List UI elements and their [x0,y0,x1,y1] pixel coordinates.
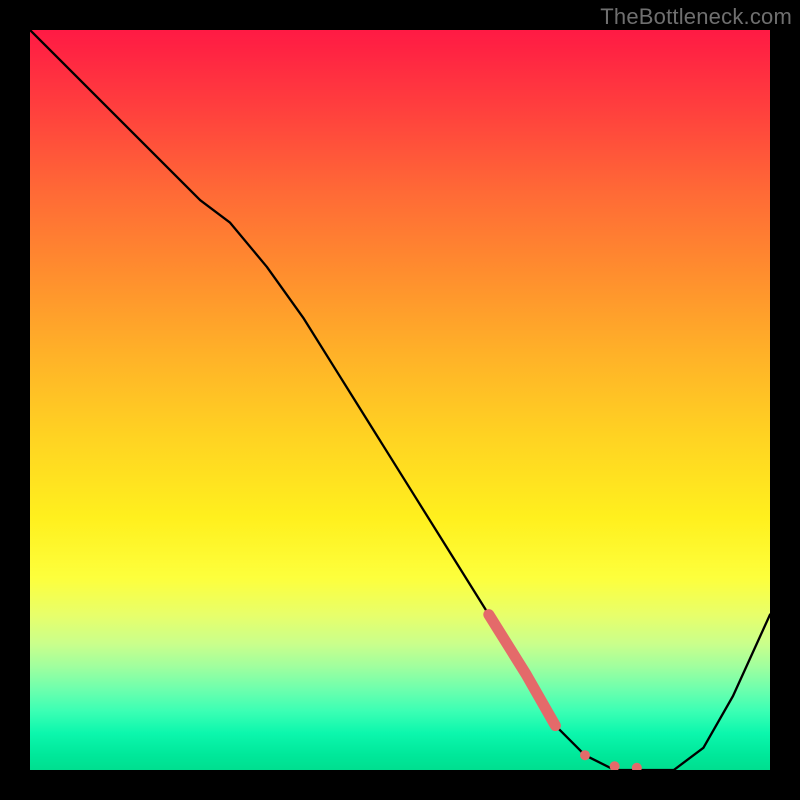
watermark-text: TheBottleneck.com [600,4,792,30]
highlight-dot [632,763,642,770]
plot-area [30,30,770,770]
bottleneck-curve [30,30,770,770]
highlight-dot [580,750,590,760]
highlight-dots [580,750,642,770]
chart-frame: TheBottleneck.com [0,0,800,800]
chart-svg [30,30,770,770]
highlight-segment [489,615,556,726]
highlight-dot [610,761,620,770]
